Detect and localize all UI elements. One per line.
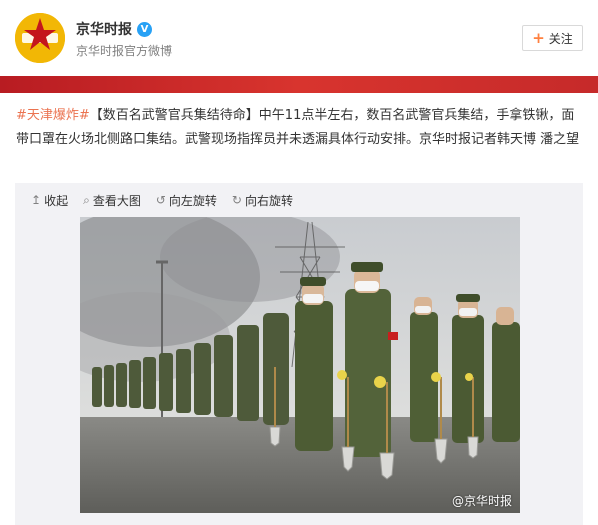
rotate-left-label: 向左旋转 <box>168 193 217 208</box>
post-text: #天津爆炸#【数百名武警官兵集结待命】中午11点半左右，数百名武警官兵集结，手拿… <box>16 104 582 152</box>
view-large-label: 查看大图 <box>92 193 141 208</box>
rotate-left-button[interactable]: ↺ 向左旋转 <box>156 192 217 209</box>
rotate-right-label: 向右旋转 <box>244 193 293 208</box>
avatar-logo <box>15 13 65 63</box>
account-subtitle: 京华时报官方微博 <box>76 44 173 58</box>
account-name-row: 京华时报 V <box>76 19 152 39</box>
post-body: 【数百名武警官兵集结待命】中午11点半左右，数百名武警官兵集结，手拿铁锹，面带口… <box>16 108 580 147</box>
collapse-label: 收起 <box>44 193 69 208</box>
weibo-header: 京华时报 V 京华时报官方微博 + 关注 <box>0 0 598 76</box>
follow-label: 关注 <box>548 31 573 46</box>
media-toolbar: ↥ 收起 ⌕ 查看大图 ↺ 向左旋转 ↻ 向右旋转 <box>31 190 308 210</box>
soldiers-photo <box>80 217 520 513</box>
photo-watermark: @京华时报 <box>451 494 512 508</box>
collapse-button[interactable]: ↥ 收起 <box>31 192 68 209</box>
avatar[interactable] <box>15 13 65 63</box>
plus-icon: + <box>532 28 545 47</box>
collapse-icon: ↥ <box>31 193 42 207</box>
view-large-button[interactable]: ⌕ 查看大图 <box>83 192 141 209</box>
rotate-left-icon: ↺ <box>155 193 166 207</box>
rotate-right-button[interactable]: ↻ 向右旋转 <box>232 192 293 209</box>
hashtag-link[interactable]: #天津爆炸# <box>16 108 90 123</box>
rotate-right-icon: ↻ <box>231 193 242 207</box>
header-stripe <box>0 76 598 93</box>
follow-button[interactable]: + 关注 <box>522 25 583 51</box>
account-name[interactable]: 京华时报 <box>76 19 132 39</box>
magnifier-icon: ⌕ <box>83 192 90 207</box>
post-photo[interactable]: @京华时报 <box>80 217 520 513</box>
media-panel: ↥ 收起 ⌕ 查看大图 ↺ 向左旋转 ↻ 向右旋转 @京华时报 <box>15 183 583 525</box>
verified-badge-icon: V <box>137 21 152 37</box>
